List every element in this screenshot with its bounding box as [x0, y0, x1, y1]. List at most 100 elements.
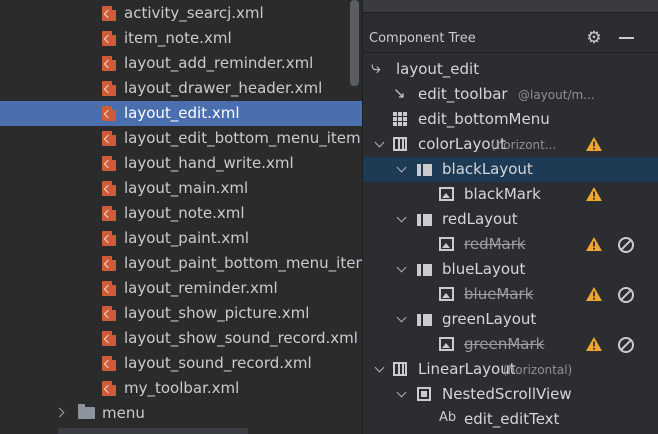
tree-row[interactable]: blueLayout: [363, 257, 658, 282]
tree-item-label: edit_bottomMenu: [418, 110, 550, 128]
scroll-view-icon: [417, 387, 431, 401]
partial-row: [58, 428, 248, 434]
tree-row[interactable]: NestedScrollView: [363, 382, 658, 407]
tree-item-label: blueLayout: [442, 260, 526, 278]
file-row[interactable]: layout_edit.xml: [0, 101, 362, 126]
image-icon: [439, 337, 454, 351]
file-row[interactable]: layout_hand_write.xml: [0, 151, 362, 176]
file-name: layout_add_reminder.xml: [124, 54, 314, 72]
file-name: layout_note.xml: [124, 204, 245, 222]
cell-icon: [417, 214, 432, 226]
tree-row[interactable]: LinearLayout (horizontal): [363, 357, 658, 382]
tree-row[interactable]: edit_bottomMenu: [363, 107, 658, 132]
cell-icon: [417, 164, 432, 176]
folder-row-menu[interactable]: menu: [0, 401, 362, 426]
file-row[interactable]: layout_sound_record.xml: [0, 351, 362, 376]
xml-layout-file-icon: [102, 255, 117, 271]
file-name: layout_edit.xml: [124, 104, 240, 122]
tree-row[interactable]: colorLayout (horizont...: [363, 132, 658, 157]
warning-icon[interactable]: [585, 186, 603, 202]
file-name: layout_edit_bottom_menu_item.x: [124, 129, 362, 147]
chevron-down-icon[interactable]: [396, 312, 407, 323]
tree-item-detail: (horizont...: [491, 138, 557, 152]
file-row[interactable]: layout_note.xml: [0, 201, 362, 226]
project-files-panel: activity_searcj.xml item_note.xml layout_a…: [0, 0, 362, 434]
divider-line: [363, 12, 658, 13]
tree-item-label: greenMark: [464, 335, 545, 353]
chevron-down-icon[interactable]: [396, 162, 407, 173]
file-row[interactable]: layout_add_reminder.xml: [0, 51, 362, 76]
chevron-down-icon[interactable]: [396, 387, 407, 398]
chevron-down-icon[interactable]: [374, 362, 385, 373]
chevron-right-icon[interactable]: [54, 407, 65, 418]
tree-item-label: blueMark: [464, 285, 534, 303]
xml-layout-file-icon: [102, 105, 117, 121]
file-row[interactable]: layout_paint_bottom_menu_item: [0, 251, 362, 276]
file-name: item_note.xml: [124, 29, 232, 47]
tree-row[interactable]: redLayout: [363, 207, 658, 232]
file-name: layout_paint_bottom_menu_item: [124, 254, 362, 272]
include-arrow-icon: ↘: [393, 84, 406, 102]
file-row[interactable]: my_toolbar.xml: [0, 376, 362, 401]
tree-item-detail: (horizontal): [503, 363, 573, 377]
file-row[interactable]: layout_show_sound_record.xml: [0, 326, 362, 351]
tree-row[interactable]: redMark: [363, 232, 658, 257]
tree-row[interactable]: blackMark: [363, 182, 658, 207]
warning-icon[interactable]: [585, 236, 603, 252]
tree-row[interactable]: blueMark: [363, 282, 658, 307]
tree-item-label: blackLayout: [442, 160, 533, 178]
image-icon: [439, 287, 454, 301]
gear-icon[interactable]: ⚙: [586, 30, 602, 47]
xml-layout-file-icon: [102, 355, 117, 371]
file-row[interactable]: item_note.xml: [0, 26, 362, 51]
tree-item-label: edit_toolbar: [418, 85, 508, 103]
tree-item-label: blackMark: [464, 185, 541, 203]
tree-item-label: greenLayout: [442, 310, 537, 328]
warning-icon[interactable]: [585, 336, 603, 352]
image-icon: [439, 187, 454, 201]
hidden-visibility-icon[interactable]: [618, 287, 634, 303]
file-row[interactable]: layout_reminder.xml: [0, 276, 362, 301]
xml-layout-file-icon: [102, 5, 117, 21]
tree-item-label: redLayout: [442, 210, 518, 228]
tree-row[interactable]: greenMark: [363, 332, 658, 357]
tree-item-label: redMark: [464, 235, 526, 253]
file-name: layout_drawer_header.xml: [124, 79, 323, 97]
tree-row[interactable]: greenLayout: [363, 307, 658, 332]
chevron-down-icon[interactable]: [374, 137, 385, 148]
cell-icon: [417, 264, 432, 276]
warning-icon[interactable]: [585, 286, 603, 302]
tree-row[interactable]: ↘ edit_toolbar @layout/m...: [363, 82, 658, 107]
file-name: layout_sound_record.xml: [124, 354, 312, 372]
file-name: layout_paint.xml: [124, 229, 249, 247]
xml-layout-file-icon: [102, 30, 117, 46]
file-row[interactable]: layout_show_picture.xml: [0, 301, 362, 326]
folder-name: menu: [102, 404, 145, 422]
hidden-visibility-icon[interactable]: [618, 337, 634, 353]
scrollbar[interactable]: [350, 0, 359, 86]
chevron-down-icon[interactable]: [396, 212, 407, 223]
minimize-icon[interactable]: [619, 37, 634, 39]
warning-icon[interactable]: [585, 136, 603, 152]
folder-icon: [78, 404, 95, 419]
hidden-visibility-icon[interactable]: [618, 237, 634, 253]
file-row[interactable]: layout_drawer_header.xml: [0, 76, 362, 101]
file-row[interactable]: layout_edit_bottom_menu_item.x: [0, 126, 362, 151]
file-row[interactable]: activity_searcj.xml: [0, 1, 362, 26]
merge-icon: ⤷: [371, 58, 381, 78]
tree-row[interactable]: Ab edit_editText: [363, 407, 658, 432]
tree-item-label: edit_editText: [464, 410, 560, 428]
file-row[interactable]: layout_paint.xml: [0, 226, 362, 251]
divider-line: [363, 52, 658, 53]
tree-row[interactable]: ⤷ layout_edit: [363, 57, 658, 82]
file-row[interactable]: layout_main.xml: [0, 176, 362, 201]
chevron-down-icon[interactable]: [396, 262, 407, 273]
top-strip: [363, 0, 658, 12]
file-name: layout_main.xml: [124, 179, 249, 197]
xml-layout-file-icon: [102, 305, 117, 321]
file-name: layout_hand_write.xml: [124, 154, 294, 172]
tree-row[interactable]: blackLayout: [363, 157, 658, 182]
xml-layout-file-icon: [102, 130, 117, 146]
linear-layout-icon: [393, 137, 407, 151]
text-field-icon: Ab: [439, 410, 457, 425]
